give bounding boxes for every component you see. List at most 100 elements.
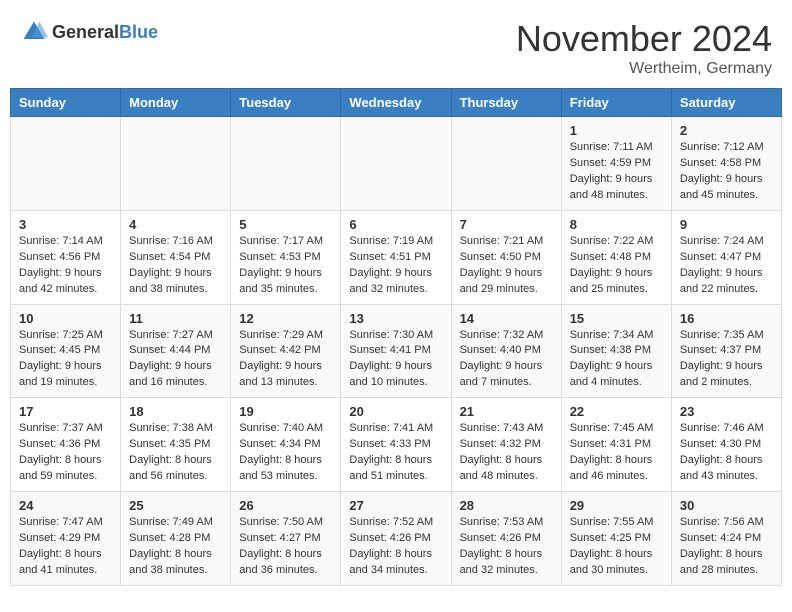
day-number: 16 (680, 311, 773, 326)
day-info: Sunrise: 7:49 AM Sunset: 4:28 PM Dayligh… (129, 515, 222, 579)
calendar-wrapper: Sunday Monday Tuesday Wednesday Thursday… (0, 88, 792, 606)
calendar-cell: 10Sunrise: 7:25 AM Sunset: 4:45 PM Dayli… (11, 304, 121, 398)
day-number: 28 (460, 498, 553, 513)
calendar-cell: 14 Sunrise: 7:32 AM Sunset: 4:40 PM Dayli… (451, 304, 561, 398)
day-info: Sunrise: 7:19 AM Sunset: 4:51 PM Dayligh… (349, 234, 442, 298)
calendar-cell (341, 117, 451, 211)
calendar-cell: 15 Sunrise: 7:34 AM Sunset: 4:38 PM Dayli… (561, 304, 671, 398)
calendar-cell: 19 Sunrise: 7:40 AM Sunset: 4:34 PM Dayli… (231, 398, 341, 492)
day-number: 24 (19, 498, 112, 513)
calendar-cell: 11 Sunrise: 7:27 AM Sunset: 4:44 PM Dayli… (121, 304, 231, 398)
day-info: Sunrise: 7:53 AM Sunset: 4:26 PM Dayligh… (460, 515, 553, 579)
page-header: General Blue November 2024 Wertheim, Ger… (0, 0, 792, 88)
day-number: 14 (460, 311, 553, 326)
calendar-cell: 7 Sunrise: 7:21 AM Sunset: 4:50 PM Daylig… (451, 210, 561, 304)
week-row-1: 1Sunrise: 7:11 AM Sunset: 4:59 PM Daylig… (11, 117, 782, 211)
day-info: Sunrise: 7:27 AM Sunset: 4:44 PM Dayligh… (129, 328, 222, 392)
day-number: 6 (349, 217, 442, 232)
day-number: 27 (349, 498, 442, 513)
day-info: Sunrise: 7:21 AM Sunset: 4:50 PM Dayligh… (460, 234, 553, 298)
day-info: Sunrise: 7:37 AM Sunset: 4:36 PM Dayligh… (19, 421, 112, 485)
day-number: 15 (570, 311, 663, 326)
day-info: Sunrise: 7:22 AM Sunset: 4:48 PM Dayligh… (570, 234, 663, 298)
day-number: 7 (460, 217, 553, 232)
calendar-cell (11, 117, 121, 211)
month-title: November 2024 (516, 18, 772, 60)
logo-blue-text: Blue (119, 22, 158, 43)
day-info: Sunrise: 7:56 AM Sunset: 4:24 PM Dayligh… (680, 515, 773, 579)
calendar-cell: 18 Sunrise: 7:38 AM Sunset: 4:35 PM Dayli… (121, 398, 231, 492)
calendar-cell: 2 Sunrise: 7:12 AM Sunset: 4:58 PM Daylig… (671, 117, 781, 211)
calendar-cell: 9Sunrise: 7:24 AM Sunset: 4:47 PM Daylig… (671, 210, 781, 304)
day-info: Sunrise: 7:32 AM Sunset: 4:40 PM Dayligh… (460, 328, 553, 392)
day-info: Sunrise: 7:12 AM Sunset: 4:58 PM Dayligh… (680, 140, 773, 204)
title-block: November 2024 Wertheim, Germany (516, 18, 772, 78)
week-row-4: 17 Sunrise: 7:37 AM Sunset: 4:36 PM Dayli… (11, 398, 782, 492)
day-info: Sunrise: 7:17 AM Sunset: 4:53 PM Dayligh… (239, 234, 332, 298)
calendar-cell: 24Sunrise: 7:47 AM Sunset: 4:29 PM Dayli… (11, 492, 121, 586)
calendar-cell: 1Sunrise: 7:11 AM Sunset: 4:59 PM Daylig… (561, 117, 671, 211)
header-thursday: Thursday (451, 89, 561, 117)
day-info: Sunrise: 7:50 AM Sunset: 4:27 PM Dayligh… (239, 515, 332, 579)
week-row-3: 10Sunrise: 7:25 AM Sunset: 4:45 PM Dayli… (11, 304, 782, 398)
day-number: 9 (680, 217, 773, 232)
logo-general-text: General (52, 22, 119, 43)
day-number: 22 (570, 404, 663, 419)
header-monday: Monday (121, 89, 231, 117)
day-info: Sunrise: 7:16 AM Sunset: 4:54 PM Dayligh… (129, 234, 222, 298)
day-number: 3 (19, 217, 112, 232)
day-info: Sunrise: 7:34 AM Sunset: 4:38 PM Dayligh… (570, 328, 663, 392)
day-info: Sunrise: 7:38 AM Sunset: 4:35 PM Dayligh… (129, 421, 222, 485)
day-number: 30 (680, 498, 773, 513)
calendar-cell: 8 Sunrise: 7:22 AM Sunset: 4:48 PM Daylig… (561, 210, 671, 304)
day-info: Sunrise: 7:14 AM Sunset: 4:56 PM Dayligh… (19, 234, 112, 298)
day-info: Sunrise: 7:35 AM Sunset: 4:37 PM Dayligh… (680, 328, 773, 392)
header-friday: Friday (561, 89, 671, 117)
day-number: 18 (129, 404, 222, 419)
day-info: Sunrise: 7:40 AM Sunset: 4:34 PM Dayligh… (239, 421, 332, 485)
day-number: 21 (460, 404, 553, 419)
day-number: 12 (239, 311, 332, 326)
day-number: 1 (570, 123, 663, 138)
day-info: Sunrise: 7:55 AM Sunset: 4:25 PM Dayligh… (570, 515, 663, 579)
day-number: 11 (129, 311, 222, 326)
day-info: Sunrise: 7:43 AM Sunset: 4:32 PM Dayligh… (460, 421, 553, 485)
day-number: 20 (349, 404, 442, 419)
calendar-cell: 25 Sunrise: 7:49 AM Sunset: 4:28 PM Dayli… (121, 492, 231, 586)
calendar-cell: 13 Sunrise: 7:30 AM Sunset: 4:41 PM Dayli… (341, 304, 451, 398)
day-info: Sunrise: 7:25 AM Sunset: 4:45 PM Dayligh… (19, 328, 112, 392)
weekday-row: Sunday Monday Tuesday Wednesday Thursday… (11, 89, 782, 117)
day-number: 25 (129, 498, 222, 513)
calendar-header: Sunday Monday Tuesday Wednesday Thursday… (11, 89, 782, 117)
day-number: 8 (570, 217, 663, 232)
day-info: Sunrise: 7:46 AM Sunset: 4:30 PM Dayligh… (680, 421, 773, 485)
calendar-cell: 28 Sunrise: 7:53 AM Sunset: 4:26 PM Dayli… (451, 492, 561, 586)
calendar-cell: 5 Sunrise: 7:17 AM Sunset: 4:53 PM Daylig… (231, 210, 341, 304)
calendar-table: Sunday Monday Tuesday Wednesday Thursday… (10, 88, 782, 586)
calendar-cell: 23 Sunrise: 7:46 AM Sunset: 4:30 PM Dayli… (671, 398, 781, 492)
calendar-cell: 27Sunrise: 7:52 AM Sunset: 4:26 PM Dayli… (341, 492, 451, 586)
day-info: Sunrise: 7:30 AM Sunset: 4:41 PM Dayligh… (349, 328, 442, 392)
calendar-cell: 17 Sunrise: 7:37 AM Sunset: 4:36 PM Dayli… (11, 398, 121, 492)
week-row-5: 24Sunrise: 7:47 AM Sunset: 4:29 PM Dayli… (11, 492, 782, 586)
logo-icon (20, 18, 48, 46)
day-number: 17 (19, 404, 112, 419)
header-sunday: Sunday (11, 89, 121, 117)
location-subtitle: Wertheim, Germany (516, 60, 772, 78)
calendar-cell: 22Sunrise: 7:45 AM Sunset: 4:31 PM Dayli… (561, 398, 671, 492)
header-wednesday: Wednesday (341, 89, 451, 117)
day-number: 2 (680, 123, 773, 138)
day-number: 5 (239, 217, 332, 232)
day-number: 13 (349, 311, 442, 326)
header-tuesday: Tuesday (231, 89, 341, 117)
day-number: 29 (570, 498, 663, 513)
calendar-cell: 3 Sunrise: 7:14 AM Sunset: 4:56 PM Daylig… (11, 210, 121, 304)
calendar-cell: 21 Sunrise: 7:43 AM Sunset: 4:32 PM Dayli… (451, 398, 561, 492)
logo: General Blue (20, 18, 158, 46)
day-number: 19 (239, 404, 332, 419)
calendar-cell: 29 Sunrise: 7:55 AM Sunset: 4:25 PM Dayli… (561, 492, 671, 586)
day-number: 4 (129, 217, 222, 232)
calendar-cell: 12Sunrise: 7:29 AM Sunset: 4:42 PM Dayli… (231, 304, 341, 398)
day-number: 26 (239, 498, 332, 513)
day-number: 23 (680, 404, 773, 419)
